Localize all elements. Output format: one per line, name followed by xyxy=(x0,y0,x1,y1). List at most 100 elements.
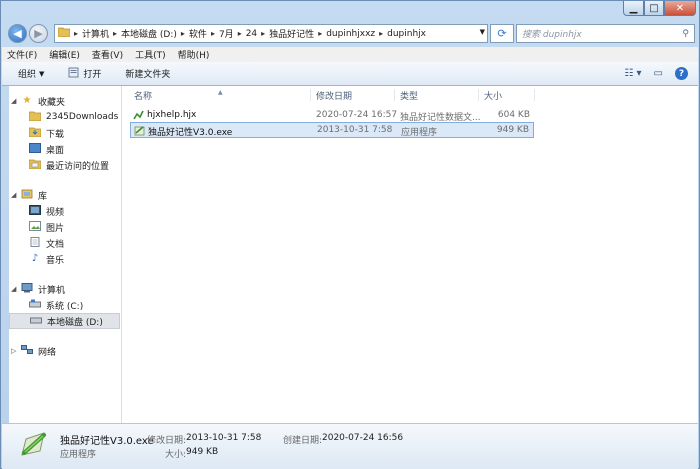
search-icon: ⚲ xyxy=(682,28,689,39)
expand-arrow-icon: ◢ xyxy=(11,285,17,293)
address-bar[interactable]: ▸ 计算机 ▸ 本地磁盘 (D:) ▸ 软件 ▸ 7月 ▸ 24 ▸ 独品好记性… xyxy=(54,24,488,43)
back-button[interactable]: ◀ xyxy=(8,24,27,43)
sidebar-label: 2345Downloads xyxy=(46,112,119,122)
organize-label: 组织 xyxy=(18,70,37,80)
library-icon xyxy=(21,189,33,201)
folder-icon xyxy=(28,111,42,123)
details-modified-label: 修改日期: xyxy=(147,436,187,446)
star-icon: ★ xyxy=(22,95,32,106)
minimize-button[interactable]: ▁ xyxy=(623,1,644,16)
column-divider[interactable] xyxy=(394,89,395,101)
navigation-pane: ◢ ★ 收藏夹 2345Downloads 下载 桌面 最近访问的位置 ◢ 库 … xyxy=(9,86,122,423)
view-options-icon[interactable]: ☷ ▾ xyxy=(624,68,641,79)
details-size: 949 KB xyxy=(186,447,219,457)
breadcrumb-drive-d[interactable]: 本地磁盘 (D:) xyxy=(118,27,180,40)
file-modified: 2020-07-24 16:57 xyxy=(316,110,398,120)
forward-button[interactable]: ▶ xyxy=(29,24,48,43)
organize-button[interactable]: 组织 ▼ xyxy=(10,67,52,81)
column-size[interactable]: 大小 xyxy=(484,89,502,102)
music-icon: ♪ xyxy=(31,253,39,264)
refresh-icon: ⟳ xyxy=(497,27,507,40)
details-created: 2020-07-24 16:56 xyxy=(322,433,404,443)
sidebar-item-recent-places[interactable]: 最近访问的位置 xyxy=(9,157,121,173)
column-divider[interactable] xyxy=(310,89,311,101)
breadcrumb-dupinhjxxz[interactable]: dupinhjxxz xyxy=(323,29,378,39)
command-bar: 组织 ▼ 打开 新建文件夹 ☷ ▾ ▭ ? xyxy=(2,62,698,86)
video-icon xyxy=(29,205,41,217)
details-created-label: 创建日期: xyxy=(283,436,323,446)
open-label: 打开 xyxy=(83,70,102,80)
chevron-down-icon: ▼ xyxy=(39,69,45,78)
picture-icon xyxy=(29,221,41,233)
app-exe-icon xyxy=(21,432,46,456)
sidebar-label: 收藏夹 xyxy=(38,97,66,108)
file-size: 949 KB xyxy=(496,125,529,135)
sidebar-label: 文档 xyxy=(46,239,65,250)
arrow-left-icon: ◀ xyxy=(13,27,22,40)
new-folder-button[interactable]: 新建文件夹 xyxy=(117,67,178,80)
sidebar-item-libraries[interactable]: ◢ 库 xyxy=(9,187,121,203)
column-divider[interactable] xyxy=(534,89,535,101)
help-icon[interactable]: ? xyxy=(675,67,688,80)
file-row-selected[interactable]: 独品好记性V3.0.exe 2013-10-31 7:58 应用程序 949 K… xyxy=(130,122,534,138)
sort-up-icon: ▲ xyxy=(218,89,223,96)
sidebar-item-computer[interactable]: ◢ 计算机 xyxy=(9,281,121,297)
sidebar-label: 本地磁盘 (D:) xyxy=(47,317,103,328)
expand-arrow-icon: ▷ xyxy=(11,347,17,355)
sidebar-item-network[interactable]: ▷ 网络 xyxy=(9,343,121,359)
file-list: ▲ 名称 修改日期 类型 大小 hjxhelp.hjx 2020-07-24 1… xyxy=(122,86,698,423)
hjx-file-icon xyxy=(133,110,144,120)
refresh-button[interactable]: ⟳ xyxy=(490,24,514,43)
sidebar-item-favorites[interactable]: ◢ ★ 收藏夹 xyxy=(9,93,121,109)
sidebar-item-desktop[interactable]: 桌面 xyxy=(9,141,121,157)
breadcrumb-dupinhjx[interactable]: dupinhjx xyxy=(384,29,429,39)
menu-view[interactable]: 查看(V) xyxy=(87,48,128,61)
sidebar-label: 最近访问的位置 xyxy=(46,161,110,172)
open-button[interactable]: 打开 xyxy=(60,67,109,81)
breadcrumb-computer[interactable]: 计算机 xyxy=(79,27,112,40)
column-name[interactable]: 名称 xyxy=(134,89,152,102)
sidebar-item-drive-c[interactable]: 系统 (C:) xyxy=(9,297,121,313)
sidebar-item-pictures[interactable]: 图片 xyxy=(9,219,121,235)
details-type: 应用程序 xyxy=(60,450,97,460)
column-modified[interactable]: 修改日期 xyxy=(316,89,352,102)
close-button[interactable]: ✕ xyxy=(664,1,696,16)
maximize-button[interactable]: □ xyxy=(644,1,664,16)
file-size: 604 KB xyxy=(497,110,530,120)
sidebar-item-music[interactable]: ♪ 音乐 xyxy=(9,251,121,267)
menu-file[interactable]: 文件(F) xyxy=(2,48,42,61)
preview-pane-icon[interactable]: ▭ xyxy=(654,68,663,79)
document-icon xyxy=(29,237,41,249)
sidebar-item-2345downloads[interactable]: 2345Downloads xyxy=(9,109,121,125)
breadcrumb-july[interactable]: 7月 xyxy=(216,27,237,40)
menu-help[interactable]: 帮助(H) xyxy=(173,48,215,61)
search-input[interactable]: 搜索 dupinhjx ⚲ xyxy=(516,24,695,43)
file-type: 应用程序 xyxy=(401,128,438,138)
open-icon xyxy=(68,67,79,81)
breadcrumb-24[interactable]: 24 xyxy=(243,29,260,39)
computer-icon xyxy=(21,283,33,295)
desktop-icon xyxy=(29,143,41,155)
sidebar-label: 网络 xyxy=(38,347,57,358)
sidebar-item-documents[interactable]: 文档 xyxy=(9,235,121,251)
menu-bar: 文件(F) 编辑(E) 查看(V) 工具(T) 帮助(H) xyxy=(2,47,698,62)
sidebar-item-videos[interactable]: 视频 xyxy=(9,203,121,219)
breadcrumb-dupin[interactable]: 独品好记性 xyxy=(266,27,317,40)
column-headers: ▲ 名称 修改日期 类型 大小 xyxy=(122,86,698,104)
sidebar-item-drive-d[interactable]: 本地磁盘 (D:) xyxy=(9,313,120,329)
file-name: hjxhelp.hjx xyxy=(147,110,197,120)
sidebar-label: 系统 (C:) xyxy=(46,301,84,312)
breadcrumb-software[interactable]: 软件 xyxy=(186,27,210,40)
menu-edit[interactable]: 编辑(E) xyxy=(44,48,85,61)
search-placeholder: 搜索 dupinhjx xyxy=(522,30,582,40)
column-divider[interactable] xyxy=(478,89,479,101)
details-filename: 独品好记性V3.0.exe xyxy=(60,436,154,447)
column-type[interactable]: 类型 xyxy=(400,89,418,102)
menu-tools[interactable]: 工具(T) xyxy=(130,48,171,61)
details-size-label: 大小: xyxy=(165,450,187,460)
sidebar-item-downloads[interactable]: 下载 xyxy=(9,125,121,141)
system-drive-icon xyxy=(29,299,41,311)
explorer-window: ▁ □ ✕ ◀ ▶ ▸ 计算机 ▸ 本地磁盘 (D:) ▸ 软件 ▸ 7月 ▸ … xyxy=(0,0,700,469)
favorites-group: ◢ ★ 收藏夹 2345Downloads 下载 桌面 最近访问的位置 xyxy=(9,93,121,173)
chevron-down-icon[interactable]: ▼ xyxy=(480,28,485,36)
